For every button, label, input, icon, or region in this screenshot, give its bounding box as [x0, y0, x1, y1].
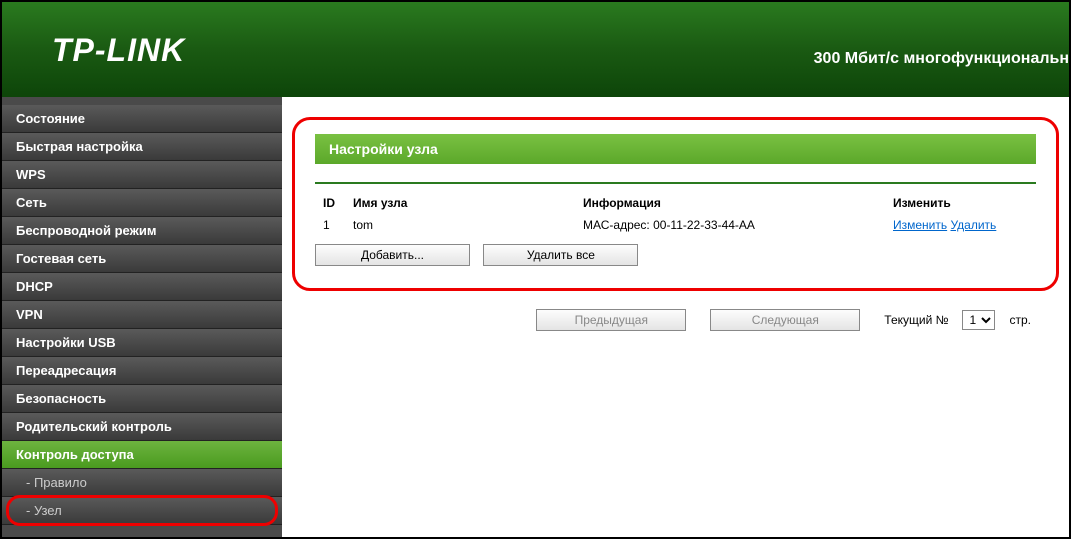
cell-info: МАС-адрес: 00-11-22-33-44-AA — [575, 214, 885, 236]
delete-link[interactable]: Удалить — [950, 218, 996, 232]
cell-name: tom — [345, 214, 575, 236]
cell-id: 1 — [315, 214, 345, 236]
nav-item-5[interactable]: Гостевая сеть — [2, 245, 282, 273]
nav-item-0[interactable]: Состояние — [2, 105, 282, 133]
content-area: Настройки узла ID Имя узла Информация Из… — [282, 97, 1069, 537]
page-suffix: стр. — [1009, 313, 1031, 327]
col-info: Информация — [575, 192, 885, 214]
nav-item-9[interactable]: Переадресация — [2, 357, 282, 385]
nav-item-14[interactable]: - Узел — [2, 497, 282, 525]
nav-item-12[interactable]: Контроль доступа — [2, 441, 282, 469]
nav-item-7[interactable]: VPN — [2, 301, 282, 329]
table-row: 1tomМАС-адрес: 00-11-22-33-44-AAИзменить… — [315, 214, 1036, 236]
header-tagline: 300 Мбит/с многофункциональн — [814, 50, 1069, 68]
add-button[interactable]: Добавить... — [315, 244, 470, 266]
nav-item-2[interactable]: WPS — [2, 161, 282, 189]
nav-item-13[interactable]: - Правило — [2, 469, 282, 497]
next-page-button[interactable]: Следующая — [710, 309, 860, 331]
sidebar: СостояниеБыстрая настройкаWPSСетьБеспров… — [2, 97, 282, 537]
header: TP-LINK 300 Мбит/с многофункциональн — [2, 2, 1069, 97]
nav-item-1[interactable]: Быстрая настройка — [2, 133, 282, 161]
panel-title: Настройки узла — [315, 134, 1036, 164]
page-select[interactable]: 1 — [962, 310, 995, 330]
current-page-label: Текущий № — [884, 313, 948, 327]
nav-item-6[interactable]: DHCP — [2, 273, 282, 301]
col-name: Имя узла — [345, 192, 575, 214]
host-settings-panel: Настройки узла ID Имя узла Информация Из… — [292, 117, 1059, 291]
nav-item-10[interactable]: Безопасность — [2, 385, 282, 413]
edit-link[interactable]: Изменить — [893, 218, 947, 232]
col-modify: Изменить — [885, 192, 1036, 214]
prev-page-button[interactable]: Предыдущая — [536, 309, 686, 331]
host-table: ID Имя узла Информация Изменить 1tomМАС-… — [315, 192, 1036, 236]
nav-item-3[interactable]: Сеть — [2, 189, 282, 217]
cell-actions: Изменить Удалить — [885, 214, 1036, 236]
col-id: ID — [315, 192, 345, 214]
divider — [315, 182, 1036, 184]
pager: Предыдущая Следующая Текущий № 1 стр. — [292, 309, 1059, 331]
nav-item-8[interactable]: Настройки USB — [2, 329, 282, 357]
delete-all-button[interactable]: Удалить все — [483, 244, 638, 266]
nav-item-4[interactable]: Беспроводной режим — [2, 217, 282, 245]
nav-item-11[interactable]: Родительский контроль — [2, 413, 282, 441]
